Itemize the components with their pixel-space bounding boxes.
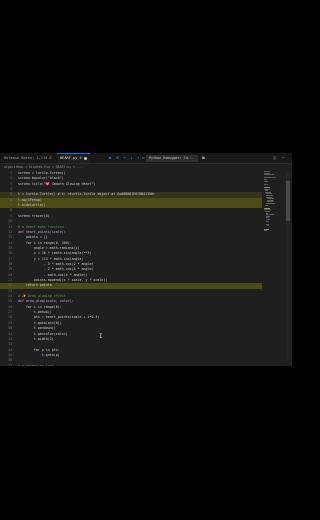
code-text[interactable]: # ❤ Animation loop [18,364,54,366]
more-icon[interactable]: ⋯ [281,155,286,160]
scrollbar-thumb[interactable] [286,181,290,221]
minimap[interactable] [264,171,278,361]
debug-config-label: Python Debugger: Cu... [149,155,194,160]
tab-release-notes[interactable]: Release Notes: 1.114.0 [4,154,52,162]
minimap-line [265,204,269,206]
code-editor[interactable]: Release Notes: 1.114.0 HEART.py 4 ▶ ⚙ ↷ … [0,153,292,366]
step-over-icon[interactable]: ↷ [122,155,127,160]
minimap-line [264,230,267,232]
minimap-line [264,183,268,185]
minimap-line [264,180,268,182]
line-number: 37 [8,363,12,366]
tab-release-notes-label: Release Notes: 1.114.0 [4,156,52,160]
minimap-line [266,220,269,222]
code-line[interactable]: 37 # ❤ Animation loop [0,364,262,366]
tab-bar: Release Notes: 1.114.0 HEART.py 4 ▶ ⚙ ↷ … [0,153,292,164]
vertical-scrollbar[interactable] [286,171,290,361]
tab-heart-py-label: HEART.py 4 [60,156,82,160]
breadcrumb[interactable]: algorithms > Kindred Fun > HEART.py > ..… [4,164,83,170]
step-into-icon[interactable]: ↓ [129,155,134,160]
split-icon[interactable]: ◫ [272,155,277,160]
unsaved-dot-icon [83,156,87,160]
tab-heart-py[interactable]: HEART.py 4 [57,153,90,163]
minimap-line [267,225,270,227]
debug-config-dropdown[interactable]: Python Debugger: Cu... [146,154,198,162]
debug-icon[interactable]: ⚙ [115,155,120,160]
minimap-line [264,174,274,176]
run-icon[interactable]: ▶ [108,155,113,160]
stop-icon[interactable]: ■ [201,155,206,160]
mouse-cursor-icon: I [99,333,103,340]
